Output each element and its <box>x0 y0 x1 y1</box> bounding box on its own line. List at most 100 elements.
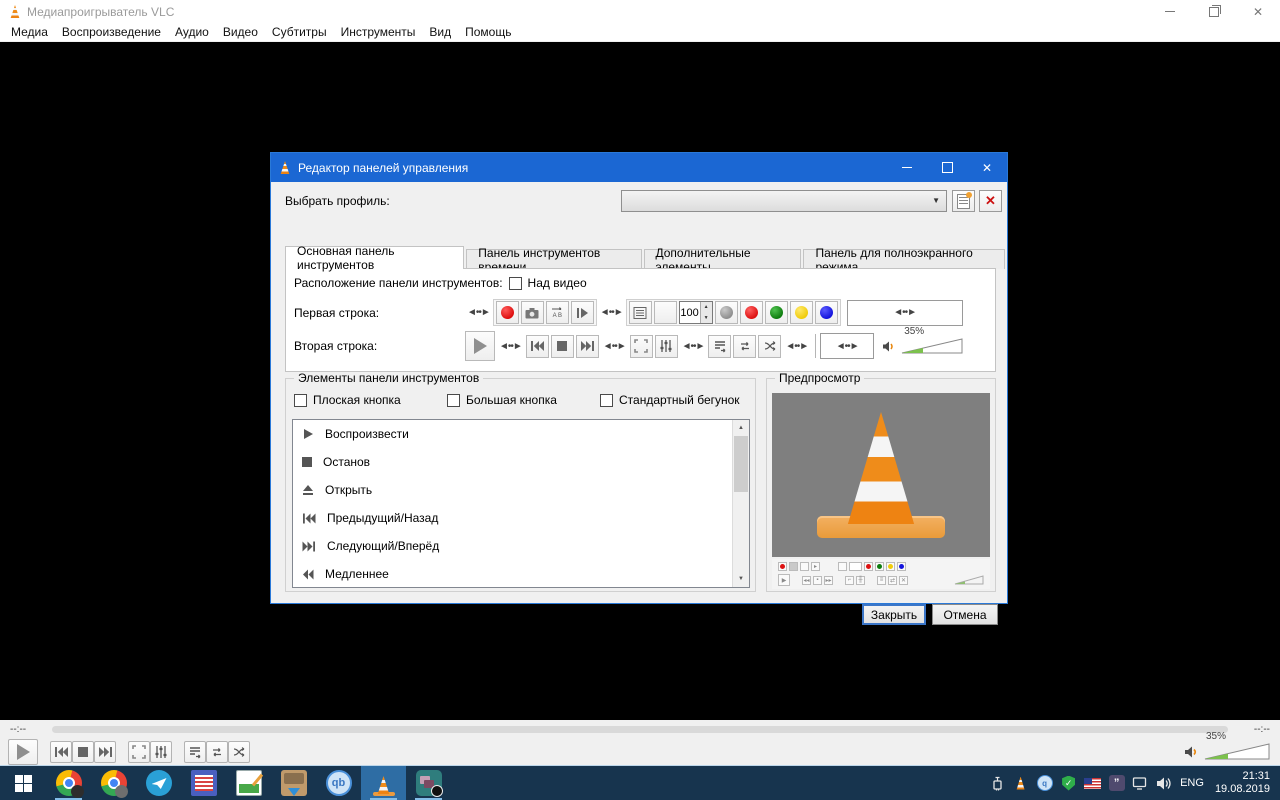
flat-button-checkbox[interactable] <box>294 394 307 407</box>
playlist-widget2-button[interactable] <box>708 335 731 358</box>
antivirus-shield-icon[interactable]: ✓ <box>1060 775 1077 792</box>
shuffle-button[interactable] <box>228 741 250 763</box>
spacer-icon[interactable]: ◄••► <box>782 341 811 352</box>
qbittorrent-tray-icon[interactable]: q <box>1036 775 1053 792</box>
spacer-icon[interactable]: ◄••► <box>496 341 525 352</box>
menu-view[interactable]: Вид <box>422 23 458 42</box>
scroll-up-icon[interactable]: ▲ <box>733 420 749 436</box>
above-video-checkbox[interactable] <box>509 277 522 290</box>
start-button[interactable] <box>0 766 46 800</box>
tab-fullscreen-controller[interactable]: Панель для полноэкранного режима <box>803 249 1005 269</box>
spacer-icon[interactable]: ◄••► <box>600 341 629 352</box>
taskbar-screenshot-app[interactable] <box>406 766 451 800</box>
volume-widget[interactable]: 35% <box>882 338 963 354</box>
seek-slider[interactable] <box>52 726 1228 733</box>
menu-media[interactable]: Медиа <box>4 23 55 42</box>
equalizer-widget-button[interactable] <box>655 335 678 358</box>
playlist-button[interactable] <box>184 741 206 763</box>
scrollbar-track[interactable] <box>733 436 749 571</box>
menu-subtitles[interactable]: Субтитры <box>265 23 334 42</box>
vlc-tray-icon[interactable] <box>1012 775 1029 792</box>
native-slider-checkbox[interactable] <box>600 394 613 407</box>
next-widget-button[interactable] <box>576 335 599 358</box>
list-item-slower[interactable]: Медленнее <box>293 560 749 588</box>
playlist-widget-button[interactable] <box>629 301 652 324</box>
list-item-stop[interactable]: Останов <box>293 448 749 476</box>
new-profile-button[interactable] <box>952 190 975 212</box>
list-item-next[interactable]: Следующий/Вперёд <box>293 532 749 560</box>
yellow-dot-button[interactable] <box>790 301 813 324</box>
spacer-icon[interactable]: ◄••► <box>464 307 493 318</box>
dialog-titlebar[interactable]: Редактор панелей управления ✕ <box>271 153 1007 182</box>
previous-widget-button[interactable] <box>526 335 549 358</box>
usb-icon[interactable] <box>988 775 1005 792</box>
next-button[interactable] <box>94 741 116 763</box>
us-flag-language-icon[interactable] <box>1084 775 1101 792</box>
menu-video[interactable]: Видео <box>216 23 265 42</box>
equalizer-button[interactable] <box>150 741 172 763</box>
spacer-icon[interactable]: ◄••► <box>679 341 708 352</box>
taskbar-floppy-app[interactable] <box>181 766 226 800</box>
list-scrollbar[interactable]: ▲ ▼ <box>732 420 749 587</box>
stop-widget-button[interactable] <box>551 335 574 358</box>
time-slider-widget[interactable]: ◄••► <box>847 300 963 326</box>
tab-advanced-widget[interactable]: Дополнительные элементы <box>644 249 802 269</box>
menu-audio[interactable]: Аудио <box>168 23 216 42</box>
green-dot-button[interactable] <box>765 301 788 324</box>
big-button-checkbox[interactable] <box>447 394 460 407</box>
language-indicator[interactable]: ENG <box>1180 777 1204 789</box>
scroll-down-icon[interactable]: ▼ <box>733 571 749 587</box>
clock[interactable]: 21:31 19.08.2019 <box>1211 770 1270 796</box>
taskbar-chrome-2[interactable] <box>91 766 136 800</box>
fullscreen-widget-button[interactable] <box>630 335 653 358</box>
close-button[interactable]: ✕ <box>1236 0 1280 23</box>
spacer-widget-box[interactable]: ◄••► <box>820 333 874 359</box>
taskbar-download-manager[interactable] <box>271 766 316 800</box>
taskbar-qbittorrent[interactable]: qb <box>316 766 361 800</box>
list-item-open[interactable]: Открыть <box>293 476 749 504</box>
menu-help[interactable]: Помощь <box>458 23 518 42</box>
ab-loop-button[interactable]: A B <box>546 301 569 324</box>
spinner-arrows[interactable]: ▲ ▼ <box>700 302 712 323</box>
blue-dot-button[interactable] <box>815 301 838 324</box>
taskbar-vlc[interactable] <box>361 766 406 800</box>
delete-profile-button[interactable]: ✕ <box>979 190 1002 212</box>
quotes-app-icon[interactable]: ” <box>1108 775 1125 792</box>
close-dialog-button[interactable]: Закрыть <box>862 604 926 625</box>
dialog-close-button[interactable]: ✕ <box>967 153 1007 182</box>
flat-button-option[interactable]: Плоская кнопка <box>294 393 447 407</box>
tab-time-toolbar[interactable]: Панель инструментов времени <box>466 249 641 269</box>
minimize-button[interactable] <box>1148 0 1192 23</box>
blank-widget-button[interactable] <box>654 301 677 324</box>
restore-button[interactable] <box>1192 0 1236 23</box>
list-item-previous[interactable]: Предыдущий/Назад <box>293 504 749 532</box>
play-button[interactable] <box>8 739 38 765</box>
gray-dot-button[interactable] <box>715 301 738 324</box>
play-widget-button[interactable] <box>465 331 495 361</box>
list-item-play[interactable]: Воспроизвести <box>293 420 749 448</box>
shuffle-widget-button[interactable] <box>758 335 781 358</box>
scrollbar-thumb[interactable] <box>734 436 748 492</box>
native-slider-option[interactable]: Стандартный бегунок <box>600 393 740 407</box>
record-button[interactable] <box>496 301 519 324</box>
taskbar-telegram[interactable] <box>136 766 181 800</box>
fullscreen-button[interactable] <box>128 741 150 763</box>
network-icon[interactable] <box>1132 775 1149 792</box>
dialog-maximize-button[interactable] <box>927 153 967 182</box>
cancel-dialog-button[interactable]: Отмена <box>932 604 998 625</box>
snapshot-button[interactable] <box>521 301 544 324</box>
taskbar-notes-app[interactable] <box>226 766 271 800</box>
teletext-spinner[interactable]: 100 ▲ ▼ <box>679 301 713 324</box>
volume-slider[interactable] <box>1204 743 1270 760</box>
menu-playback[interactable]: Воспроизведение <box>55 23 168 42</box>
speaker-tray-icon[interactable] <box>1156 775 1173 792</box>
profile-select[interactable]: ▼ <box>621 190 947 212</box>
volume-slider[interactable] <box>901 338 963 354</box>
menu-tools[interactable]: Инструменты <box>334 23 423 42</box>
big-button-option[interactable]: Большая кнопка <box>447 393 600 407</box>
previous-button[interactable] <box>50 741 72 763</box>
loop-button[interactable] <box>206 741 228 763</box>
tab-main-toolbar[interactable]: Основная панель инструментов <box>285 246 464 269</box>
spacer-icon[interactable]: ◄••► <box>597 307 626 318</box>
red-dot-button[interactable] <box>740 301 763 324</box>
